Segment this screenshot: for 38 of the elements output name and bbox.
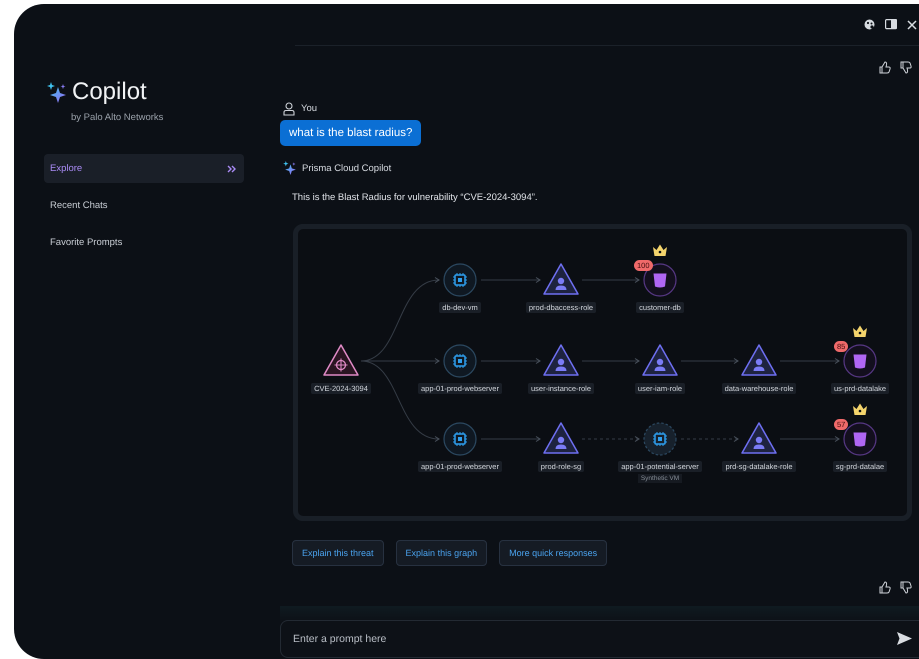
user-icon [283,102,295,116]
thumbs-up-icon[interactable] [878,60,891,74]
edge-arrow [480,358,540,364]
sidebar-item[interactable]: Explore [44,154,244,183]
assistant-message: This is the Blast Radius for vulnerability “CVE-2024-3094”. [292,191,539,205]
sparkle-icon [283,161,296,175]
thumbs-down-icon[interactable] [899,580,912,594]
chip-circle-icon [441,342,479,380]
panel-icon[interactable] [885,19,897,30]
edge-arrow [582,358,640,364]
palette-icon[interactable] [864,19,875,30]
user-message: what is the blast radius? [280,120,422,146]
chip-circle-icon [441,261,479,299]
edge-arrow [480,277,540,283]
sidebar-item[interactable]: Favorite Prompts [44,228,244,257]
double-chevron-icon [227,164,236,172]
edge-arrow [780,436,840,442]
thumbs-down-icon[interactable] [899,60,912,74]
chip-circle-icon [441,420,479,458]
edge-arrow [480,436,540,442]
close-icon[interactable] [907,20,917,30]
sidebar-item[interactable]: Recent Chats [44,191,244,220]
send-icon[interactable] [897,632,912,645]
byline: by Palo Alto Networks [71,112,164,123]
edge-arrow [582,277,640,283]
sender-name: You [301,103,318,114]
edge-arrow [680,436,738,442]
edge-arrow [680,358,738,364]
prompt-field[interactable]: Enter a prompt here [280,620,919,658]
app-title: Copilot [72,78,147,106]
quick-response-button[interactable]: Explain this graph [396,540,488,566]
sparkle-icon [47,82,66,102]
edge-arrow [780,358,840,364]
quick-response-button[interactable]: Explain this threat [292,540,384,566]
edge-arrow [582,436,640,442]
thumbs-up-icon[interactable] [878,580,891,594]
sender-name: Prisma Cloud Copilot [302,162,392,174]
quick-response-button[interactable]: More quick responses [499,540,608,566]
